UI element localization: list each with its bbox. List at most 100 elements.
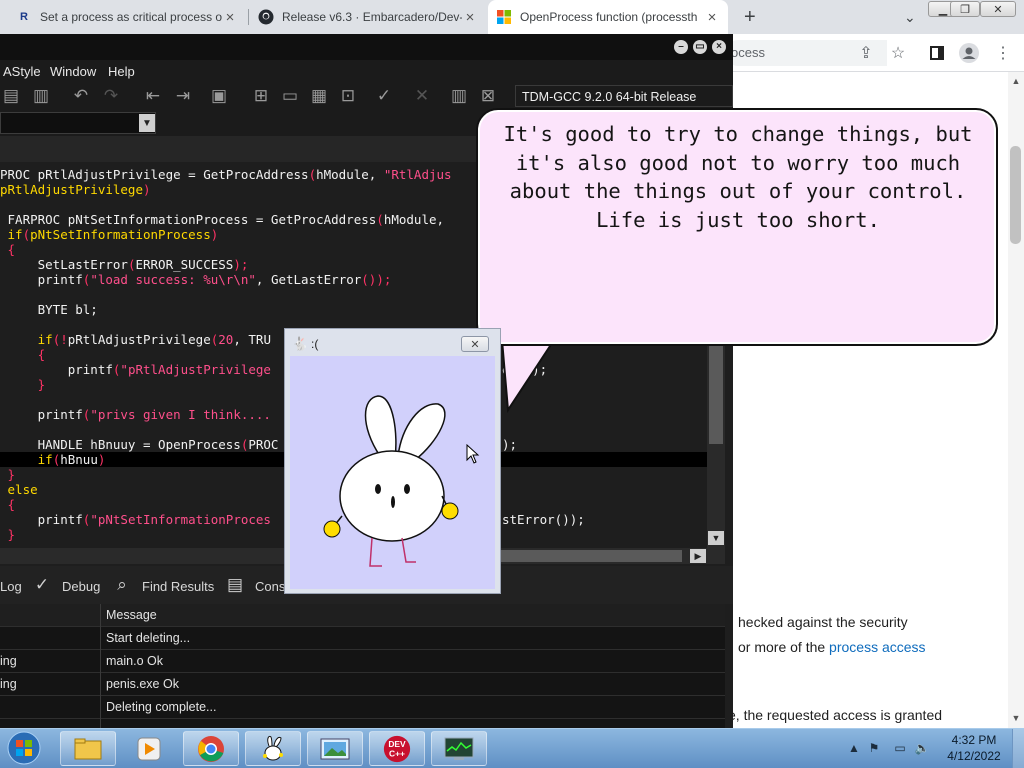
editor-horizontal-thumb[interactable] — [500, 550, 682, 562]
code-line[interactable]: { — [0, 242, 16, 257]
tab-close-icon[interactable]: × — [704, 9, 720, 26]
code-line[interactable]: printf("load success: %u\r\n", GetLastEr… — [0, 272, 392, 287]
tab-console[interactable]: Cons — [255, 579, 285, 594]
unindent-icon[interactable]: ▥ — [30, 85, 52, 107]
browser-tab-1[interactable]: R Set a process as critical process o × — [8, 0, 246, 34]
tab-close-icon[interactable]: × — [462, 9, 478, 26]
bookmark-star-icon[interactable]: ☆ — [887, 42, 909, 64]
chevron-down-icon[interactable]: ▼ — [139, 114, 155, 132]
calendar-icon[interactable]: ▦ — [308, 85, 330, 107]
cross-icon[interactable]: ✕ — [411, 85, 433, 107]
column-divider[interactable] — [100, 604, 101, 728]
scroll-down-icon[interactable]: ▼ — [708, 531, 724, 545]
tab-title: Set a process as critical process o — [40, 10, 222, 24]
table-row[interactable]: ing penis.exe Ok — [0, 673, 725, 696]
scroll-down-icon[interactable]: ▼ — [1008, 711, 1024, 725]
code-line[interactable]: } — [0, 527, 16, 542]
chart-icon[interactable]: ▥ — [448, 85, 470, 107]
code-line[interactable]: { — [0, 347, 46, 362]
taskbar-dev-cpp[interactable]: DEV C++ — [369, 731, 425, 766]
ide-maximize-button[interactable]: ▭ — [693, 40, 707, 54]
code-line[interactable]: PROC pRtlAdjustPrivilege = GetProcAddres… — [0, 167, 452, 182]
bunny-close-button[interactable]: ✕ — [461, 336, 489, 352]
show-desktop-button[interactable] — [1012, 729, 1024, 768]
bunny-icon — [258, 735, 288, 763]
function-combo[interactable] — [0, 112, 156, 134]
code-line[interactable]: else — [0, 482, 38, 497]
taskbar-bunny[interactable] — [245, 731, 301, 766]
uncomment-icon[interactable]: ⇥ — [172, 85, 194, 107]
browser-menu-icon[interactable]: ⋮ — [992, 42, 1014, 64]
code-line[interactable]: } — [0, 377, 46, 392]
code-line[interactable]: if(pNtSetInformationProcess) — [0, 227, 219, 242]
close-button[interactable]: ✕ — [980, 1, 1016, 17]
web-scrollbar-thumb[interactable] — [1010, 146, 1021, 244]
web-text-line: e, the requested access is granted — [728, 707, 943, 723]
taskbar-photo-viewer[interactable] — [307, 731, 363, 766]
profile-avatar-icon[interactable] — [958, 42, 980, 64]
taskbar-chrome[interactable] — [183, 731, 239, 766]
code-line[interactable]: pRtlAdjustPrivilege) — [0, 182, 151, 197]
clock-time: 4:32 PM — [951, 733, 997, 747]
tab-log[interactable]: Log — [0, 579, 22, 594]
new-tab-button[interactable]: + — [736, 0, 760, 34]
taskbar-media-player[interactable] — [121, 731, 177, 766]
start-button[interactable] — [4, 729, 44, 767]
tile-windows-icon[interactable]: ⊞ — [250, 85, 272, 107]
toggle-comment-icon[interactable]: ⇤ — [142, 85, 164, 107]
redo-icon[interactable]: ↷ — [100, 85, 122, 107]
tab-search-button[interactable]: ⌄ — [896, 0, 918, 34]
restore-icon: ❐ — [960, 3, 970, 16]
taskbar-explorer[interactable] — [60, 731, 116, 766]
menu-help[interactable]: Help — [108, 64, 135, 79]
code-line-tail[interactable]: ); — [502, 437, 517, 452]
taskbar-clock[interactable]: 4:32 PM 4/12/2022 — [938, 732, 1010, 764]
table-row[interactable]: Deleting complete... — [0, 696, 725, 719]
action-center-icon[interactable]: ⚑ — [866, 740, 882, 756]
code-line[interactable]: { — [0, 497, 16, 512]
code-line[interactable]: if(hBnuu) — [0, 452, 106, 467]
process-access-link[interactable]: process access — [829, 639, 925, 655]
photo-viewer-icon — [320, 735, 350, 763]
browser-tab-2[interactable]: Release v6.3 · Embarcadero/Dev- × — [250, 0, 486, 34]
code-line[interactable]: } — [0, 467, 16, 482]
share-icon[interactable]: ⇪ — [855, 42, 877, 64]
bookmark-icon[interactable]: ▣ — [208, 85, 230, 107]
volume-icon[interactable]: 🔈 — [914, 740, 930, 756]
taskbar-task-manager[interactable] — [431, 731, 487, 766]
grid-icon[interactable]: ⊡ — [337, 85, 359, 107]
scroll-up-icon[interactable]: ▲ — [1008, 74, 1024, 88]
menu-window[interactable]: Window — [50, 64, 96, 79]
tray-expand-icon[interactable]: ▲ — [846, 740, 862, 756]
maximize-button[interactable]: ❐ — [950, 1, 980, 17]
code-line[interactable]: printf("pNtSetInformationProces — [0, 512, 271, 527]
indent-icon[interactable]: ▤ — [0, 85, 22, 107]
compiler-select[interactable]: TDM-GCC 9.2.0 64-bit Release — [515, 85, 733, 107]
check-icon[interactable]: ✓ — [373, 85, 395, 107]
code-line[interactable]: HANDLE hBnuuy = OpenProcess(PROC — [0, 437, 279, 452]
code-line[interactable]: SetLastError(ERROR_SUCCESS); — [0, 257, 249, 272]
minimize-icon: – — [678, 41, 684, 52]
code-line-tail[interactable]: stError()); — [502, 512, 585, 527]
tab-close-icon[interactable]: × — [222, 9, 238, 26]
code-line[interactable]: BYTE bl; — [0, 302, 98, 317]
editor-vertical-thumb[interactable] — [709, 346, 723, 444]
code-line[interactable]: FARPROC pNtSetInformationProcess = GetPr… — [0, 212, 445, 227]
network-icon[interactable]: ▭ — [892, 740, 908, 756]
window-icon[interactable]: ▭ — [279, 85, 301, 107]
tab-debug[interactable]: Debug — [62, 579, 100, 594]
table-row[interactable]: Start deleting... — [0, 627, 725, 650]
code-line[interactable]: if(!pRtlAdjustPrivilege(20, TRU — [0, 332, 271, 347]
browser-tab-3-active[interactable]: OpenProcess function (processth × — [488, 0, 728, 34]
table-row[interactable]: ing main.o Ok — [0, 650, 725, 673]
scroll-right-icon[interactable]: ▶ — [690, 549, 706, 563]
ide-minimize-button[interactable]: – — [674, 40, 688, 54]
ide-close-button[interactable]: × — [712, 40, 726, 54]
undo-icon[interactable]: ↶ — [70, 85, 92, 107]
menu-astyle[interactable]: AStyle — [3, 64, 41, 79]
close-all-icon[interactable]: ⊠ — [477, 85, 499, 107]
side-panel-icon[interactable] — [926, 42, 948, 64]
code-line[interactable]: printf("pRtlAdjustPrivilege — [0, 362, 271, 377]
code-line[interactable]: printf("privs given I think.... — [0, 407, 271, 422]
tab-find-results[interactable]: Find Results — [142, 579, 214, 594]
